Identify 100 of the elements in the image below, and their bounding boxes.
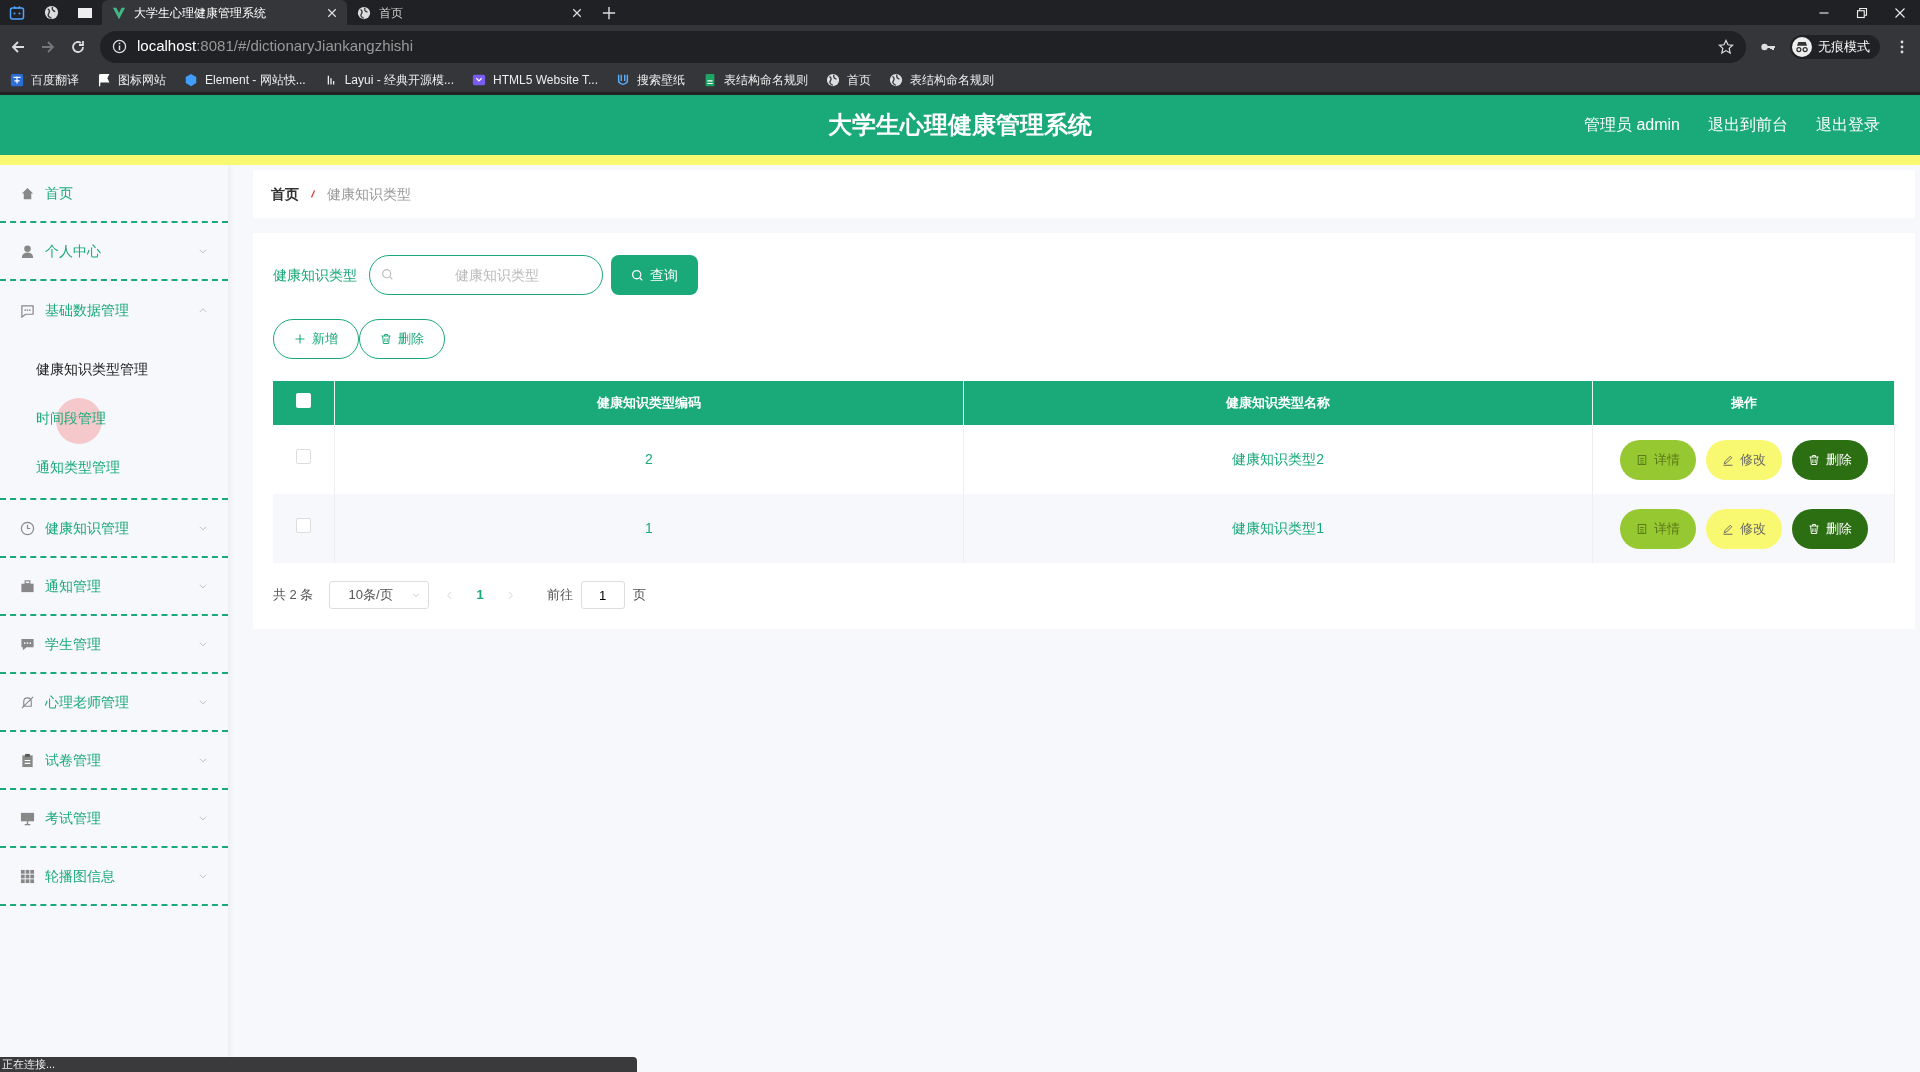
new-tab-icon[interactable]	[602, 5, 616, 20]
checkbox[interactable]	[295, 518, 311, 533]
header-link[interactable]: 退出登录	[1816, 113, 1880, 137]
header-link[interactable]: 退出到前台	[1708, 113, 1788, 137]
bookmark[interactable]: 百度翻译	[10, 71, 79, 89]
sidebar-item[interactable]: 个人中心	[0, 223, 228, 281]
globe-icon	[826, 73, 840, 87]
v-logo-icon	[112, 5, 126, 20]
column-header: 健康知识类型名称	[963, 381, 1593, 425]
edit-button[interactable]: 修改	[1705, 439, 1782, 480]
sidebar-item[interactable]: 通知管理	[0, 558, 228, 616]
bookmark[interactable]: 首页	[826, 71, 871, 89]
sidebar-subitem[interactable]: 健康知识类型管理	[0, 345, 228, 394]
page-unit: 页	[632, 586, 646, 605]
bookmark[interactable]: 搜索壁纸	[616, 71, 685, 89]
search-icon	[381, 268, 394, 281]
sidebar-item[interactable]: 学生管理	[0, 616, 228, 674]
sidebar-subitem[interactable]: 通知类型管理	[0, 443, 228, 492]
spreadsheet-icon	[703, 73, 717, 87]
status-bar: 正在连接...	[0, 1057, 637, 1072]
search-button[interactable]: 查询	[611, 255, 698, 295]
browser-tab[interactable]: 首页	[347, 0, 592, 25]
wallpaper-icon	[616, 73, 630, 87]
checkbox[interactable]	[295, 449, 311, 464]
clock-icon	[20, 520, 35, 536]
globe-icon	[357, 5, 371, 20]
search-field[interactable]: 健康知识类型	[369, 255, 603, 295]
star-icon[interactable]	[1718, 38, 1734, 55]
caret-down-icon	[412, 591, 421, 599]
bookmark[interactable]: 表结构命名规则	[889, 71, 994, 89]
trash-icon	[1807, 522, 1820, 535]
delete-button[interactable]: 删除	[1791, 508, 1868, 549]
sidebar-item[interactable]: 考试管理	[0, 790, 228, 848]
search-label: 健康知识类型	[273, 265, 357, 285]
user-icon	[20, 243, 35, 259]
monitor-icon	[20, 810, 35, 826]
edit-button[interactable]: 修改	[1705, 508, 1782, 549]
back-icon[interactable]	[10, 38, 26, 55]
table-cell: 健康知识类型1	[963, 494, 1593, 563]
clipboard-icon	[20, 752, 35, 768]
sidebar-item[interactable]: 首页	[0, 165, 228, 223]
bot-icon[interactable]	[9, 4, 25, 21]
chat-icon	[20, 302, 35, 318]
flag-icon	[97, 73, 111, 87]
checkbox[interactable]	[295, 392, 311, 408]
reload-icon[interactable]	[70, 38, 86, 55]
delete-button[interactable]: 删除	[359, 319, 445, 359]
message-icon	[20, 636, 35, 652]
column-header: 健康知识类型编码	[334, 381, 964, 425]
briefcase-icon	[20, 578, 35, 594]
header-link[interactable]: 管理员 admin	[1583, 113, 1680, 137]
bell-off-icon	[20, 694, 35, 710]
home-icon	[20, 185, 35, 201]
hexagon-icon	[184, 73, 198, 87]
browser-tab[interactable]: 大学生心理健康管理系统	[102, 0, 347, 25]
translate-icon	[10, 73, 24, 87]
sidebar-item[interactable]: 基础数据管理	[0, 281, 228, 339]
sidebar-item[interactable]: 轮播图信息	[0, 848, 228, 906]
html5-icon	[472, 73, 487, 87]
page-input[interactable]: 1	[580, 581, 625, 609]
info-icon[interactable]	[112, 39, 127, 54]
sidebar-item[interactable]: 健康知识管理	[0, 500, 228, 558]
breadcrumb-link[interactable]: 首页	[271, 183, 299, 205]
close-icon[interactable]	[1894, 6, 1906, 19]
plus-icon	[294, 333, 306, 345]
restore-icon[interactable]	[1856, 6, 1868, 19]
pencil-icon	[1721, 453, 1734, 466]
page-size-select[interactable]: 10条/页	[329, 581, 430, 609]
add-button[interactable]: 新增	[273, 319, 359, 359]
incognito-icon	[1792, 36, 1812, 57]
forward-icon[interactable]	[40, 38, 56, 55]
search-icon	[631, 268, 644, 282]
trash-icon	[1807, 453, 1820, 466]
globe-icon	[889, 73, 903, 87]
pencil-icon	[1721, 522, 1734, 535]
app-title: 大学生心理健康管理系统	[828, 110, 1092, 140]
delete-button[interactable]: 删除	[1791, 439, 1868, 480]
table-cell: 1	[334, 494, 964, 563]
address-bar[interactable]: localhost:8081/#/dictionaryJiankangzhishi	[100, 30, 1746, 63]
bookmark[interactable]: HTML5 Website T...	[472, 71, 598, 89]
bookmark[interactable]: 表结构命名规则	[703, 71, 808, 89]
total-count: 共 2 条	[273, 586, 314, 605]
sidebar-item[interactable]: 试卷管理	[0, 732, 228, 790]
goto-label: 前往	[546, 586, 573, 605]
bookmark[interactable]: Layui - 经典开源模...	[323, 71, 455, 89]
close-icon[interactable]	[327, 7, 337, 18]
tab-title: 大学生心理健康管理系统	[134, 4, 266, 22]
sidebar-item[interactable]: 心理老师管理	[0, 674, 228, 732]
globe-icon[interactable]	[43, 5, 59, 20]
breadcrumb-current: 健康知识类型	[327, 184, 411, 204]
url-text: localhost:8081/#/dictionaryJiankangzhishi	[137, 36, 413, 57]
document-icon	[1635, 453, 1648, 466]
tab-title: 首页	[379, 4, 403, 22]
column-header: 操作	[1592, 381, 1895, 425]
bookmark[interactable]: 图标网站	[97, 71, 166, 89]
bookmark[interactable]: Element - 网站快...	[184, 71, 306, 89]
trash-icon	[380, 333, 392, 345]
close-icon[interactable]	[572, 7, 582, 18]
page-number[interactable]: 1	[470, 584, 490, 606]
profile-button[interactable]: 无痕模式	[1790, 34, 1880, 59]
